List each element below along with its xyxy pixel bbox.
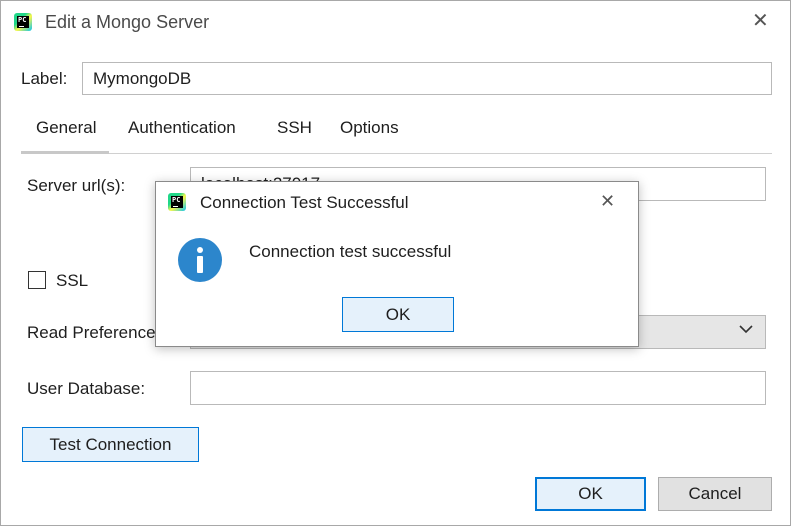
- tab-options[interactable]: Options: [340, 118, 399, 138]
- close-icon[interactable]: ✕: [752, 11, 769, 31]
- modal-close-icon[interactable]: ✕: [600, 191, 615, 211]
- label-input[interactable]: MymongoDB: [82, 62, 772, 95]
- app-icon-label: PC: [17, 16, 29, 28]
- ssl-label: SSL: [56, 271, 89, 290]
- ok-button[interactable]: OK: [535, 477, 646, 511]
- modal-ok-button[interactable]: OK: [342, 297, 454, 332]
- server-url-caption: Server url(s):: [27, 176, 126, 195]
- pycharm-app-icon: PC: [14, 13, 32, 31]
- edit-mongo-server-dialog: PC Edit a Mongo Server ✕ Label: MymongoD…: [0, 0, 791, 526]
- label-input-value: MymongoDB: [93, 69, 192, 88]
- read-preference-caption: Read Preference: [27, 323, 156, 342]
- window-title: Edit a Mongo Server: [45, 12, 210, 32]
- tab-general[interactable]: General: [36, 118, 96, 138]
- info-icon: [178, 238, 222, 282]
- tab-strip-divider: [21, 153, 772, 154]
- label-caption: Label:: [21, 69, 68, 88]
- user-database-caption: User Database:: [27, 379, 146, 398]
- title-bar: PC Edit a Mongo Server ✕: [1, 1, 790, 43]
- test-connection-button[interactable]: Test Connection: [22, 427, 199, 462]
- tab-authentication[interactable]: Authentication: [128, 118, 236, 138]
- user-database-input[interactable]: [190, 371, 766, 405]
- modal-title: Connection Test Successful: [200, 193, 409, 212]
- modal-app-icon-label: PC: [171, 196, 183, 208]
- cancel-button[interactable]: Cancel: [658, 477, 772, 511]
- tab-ssh[interactable]: SSH: [277, 118, 312, 138]
- pycharm-app-icon: PC: [168, 193, 186, 211]
- active-tab-indicator: [21, 151, 109, 154]
- chevron-down-icon: [739, 325, 753, 334]
- connection-test-modal: PC Connection Test Successful ✕ Connecti…: [155, 181, 639, 347]
- modal-message: Connection test successful: [249, 242, 452, 261]
- ssl-checkbox[interactable]: [28, 271, 46, 289]
